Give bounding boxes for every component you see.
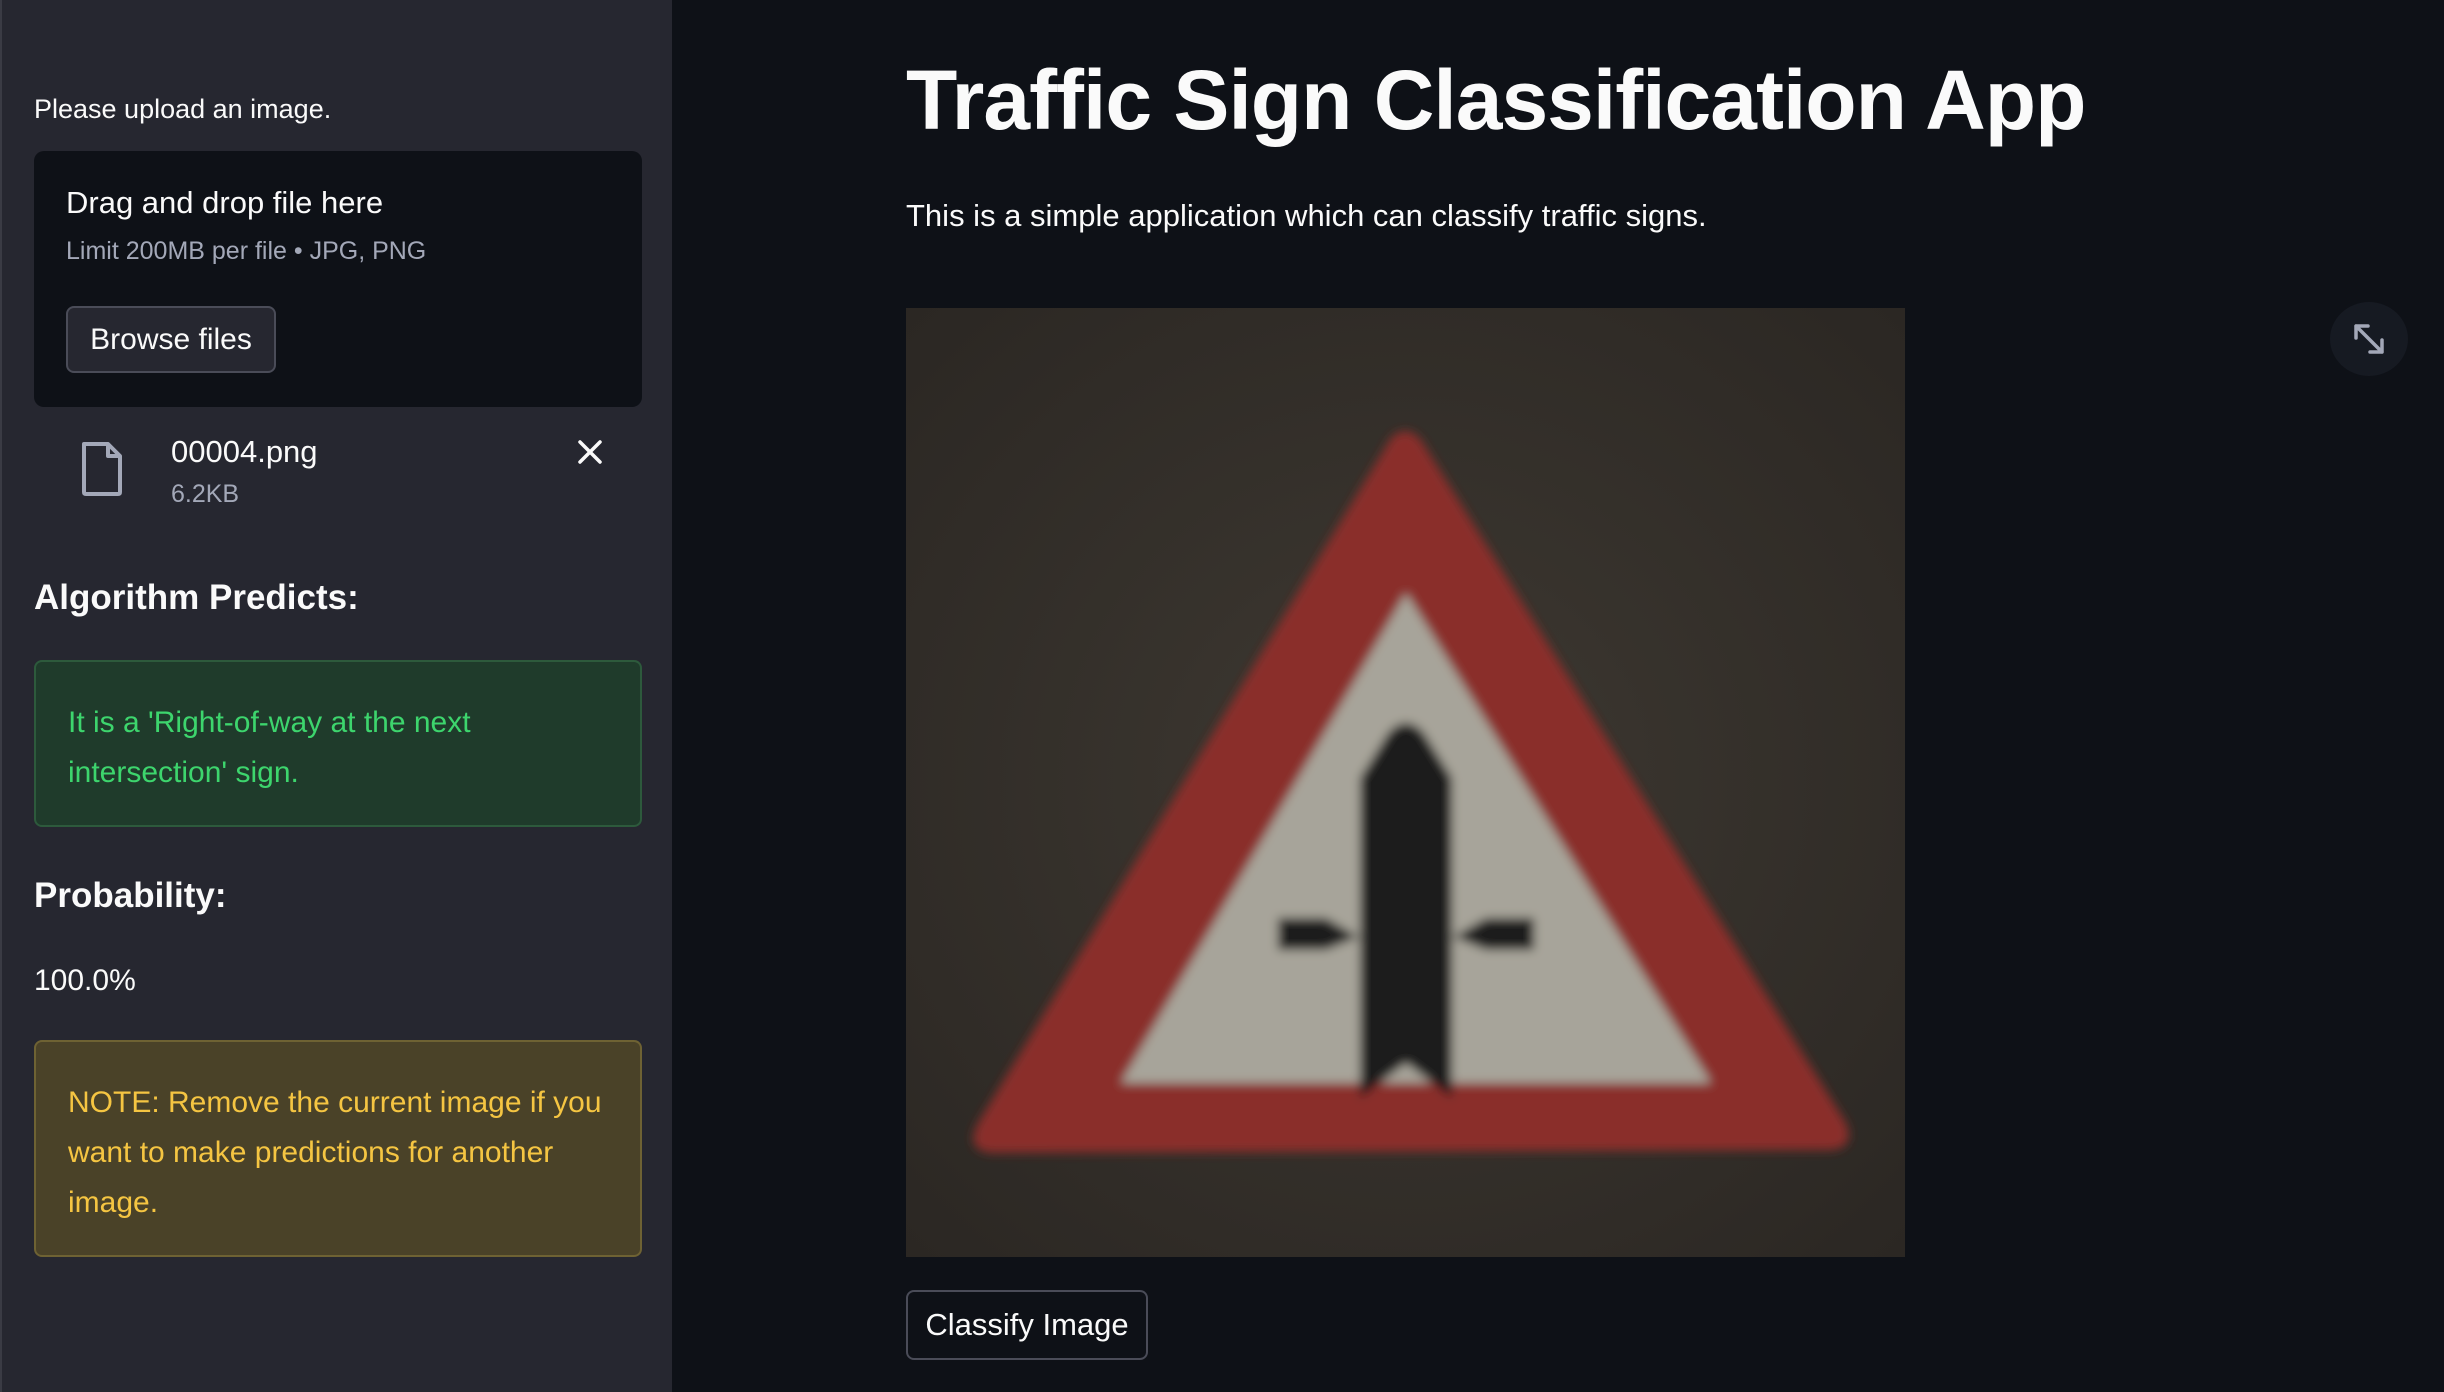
upload-label: Please upload an image. bbox=[34, 94, 332, 124]
uploaded-file-row: 00004.png 6.2KB bbox=[34, 424, 642, 524]
dropzone-title: Drag and drop file here bbox=[66, 185, 384, 220]
page-subtitle: This is a simple application which can c… bbox=[906, 198, 1707, 233]
page-title: Traffic Sign Classification App bbox=[906, 53, 2086, 147]
probability-value: 100.0% bbox=[34, 964, 136, 997]
browse-files-button[interactable]: Browse files bbox=[66, 306, 276, 373]
file-icon bbox=[82, 442, 122, 496]
classify-image-button[interactable]: Classify Image bbox=[906, 1290, 1148, 1360]
probability-heading: Probability: bbox=[34, 876, 227, 915]
file-dropzone[interactable]: Drag and drop file here Limit 200MB per … bbox=[34, 151, 642, 407]
dropzone-limit: Limit 200MB per file • JPG, PNG bbox=[66, 237, 427, 265]
file-size: 6.2KB bbox=[171, 480, 240, 508]
note-text: NOTE: Remove the current image if you wa… bbox=[68, 1086, 602, 1219]
file-name: 00004.png bbox=[171, 434, 318, 469]
prediction-text: It is a 'Right-of-way at the next inters… bbox=[68, 706, 471, 789]
uploaded-image bbox=[906, 308, 1905, 1257]
close-icon[interactable] bbox=[570, 432, 610, 472]
sidebar: Please upload an image. Drag and drop fi… bbox=[0, 0, 672, 1392]
predicts-heading: Algorithm Predicts: bbox=[34, 578, 359, 617]
prediction-alert: It is a 'Right-of-way at the next inters… bbox=[34, 660, 642, 827]
note-alert: NOTE: Remove the current image if you wa… bbox=[34, 1040, 642, 1257]
expand-icon[interactable] bbox=[2330, 302, 2408, 376]
